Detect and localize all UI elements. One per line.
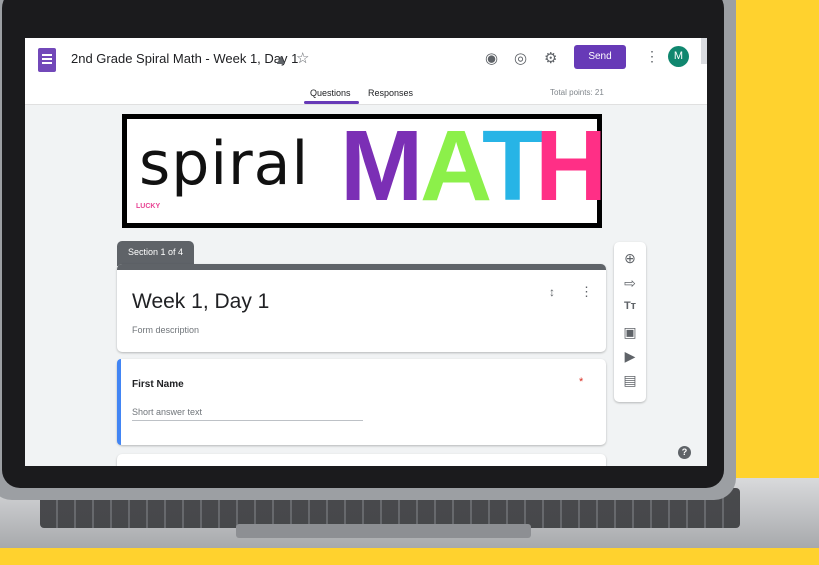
section-more-icon[interactable]: ⋮ — [580, 284, 593, 300]
avatar[interactable]: M — [668, 46, 689, 67]
required-indicator: * — [579, 376, 584, 388]
add-question-icon[interactable]: ⊕ — [622, 250, 638, 267]
image-icon[interactable]: ▣ — [622, 324, 638, 341]
star-icon[interactable]: ☆ — [296, 49, 309, 67]
import-icon[interactable]: ⇨ — [622, 275, 638, 292]
short-answer-placeholder: Short answer text — [132, 407, 203, 417]
move-to-drive-icon[interactable]: ▲ — [274, 51, 288, 67]
collapse-icon[interactable]: ↕ — [549, 285, 555, 299]
lucky-logo: LUCKY — [136, 203, 161, 210]
banner-letter-m: M — [340, 110, 424, 222]
laptop-trackpad — [236, 524, 531, 538]
banner-letter-h: H — [535, 110, 608, 222]
question-title[interactable]: First Name — [132, 379, 184, 390]
total-points: Total points: 21 — [550, 88, 604, 97]
scrollbar[interactable] — [701, 38, 707, 64]
eye-icon[interactable]: ◎ — [514, 49, 527, 67]
document-title[interactable]: 2nd Grade Spiral Math - Week 1, Day 1 — [71, 51, 298, 66]
question-card[interactable]: First Name * Short answer text — [117, 359, 606, 445]
send-button[interactable]: Send — [574, 45, 626, 69]
tab-questions[interactable]: Questions — [310, 88, 351, 98]
section-header-card[interactable]: Week 1, Day 1 Form description ↕ ⋮ — [117, 264, 606, 352]
top-bar: 2nd Grade Spiral Math - Week 1, Day 1 ▲ … — [25, 38, 707, 105]
section-tab: Section 1 of 4 — [117, 241, 194, 266]
side-toolbar: ⊕ ⇨ Tт ▣ ▶ ▤ — [614, 242, 646, 402]
section-icon[interactable]: ▤ — [622, 372, 638, 389]
answer-underline — [132, 420, 363, 421]
form-description-field[interactable]: Form description — [132, 325, 199, 335]
active-tab-indicator — [304, 101, 359, 104]
next-question-card[interactable] — [117, 454, 606, 466]
banner-letter-t: T — [482, 110, 544, 222]
laptop-screen: 2nd Grade Spiral Math - Week 1, Day 1 ▲ … — [25, 38, 707, 466]
tab-responses[interactable]: Responses — [368, 88, 413, 98]
google-forms-icon[interactable] — [38, 48, 56, 72]
section-title[interactable]: Week 1, Day 1 — [132, 290, 269, 314]
active-question-bar — [117, 359, 121, 445]
title-text-icon[interactable]: Tт — [622, 300, 638, 312]
video-icon[interactable]: ▶ — [622, 348, 638, 365]
banner-spiral-text: spiral — [139, 129, 310, 199]
gear-icon[interactable]: ⚙ — [544, 49, 557, 67]
palette-icon[interactable]: ◉ — [485, 49, 498, 67]
help-icon[interactable]: ? — [678, 446, 691, 459]
more-vert-icon[interactable]: ⋮ — [645, 48, 659, 65]
header-banner-image: spiral M A T H LUCKY — [122, 110, 607, 228]
section-color-strip — [117, 264, 606, 270]
